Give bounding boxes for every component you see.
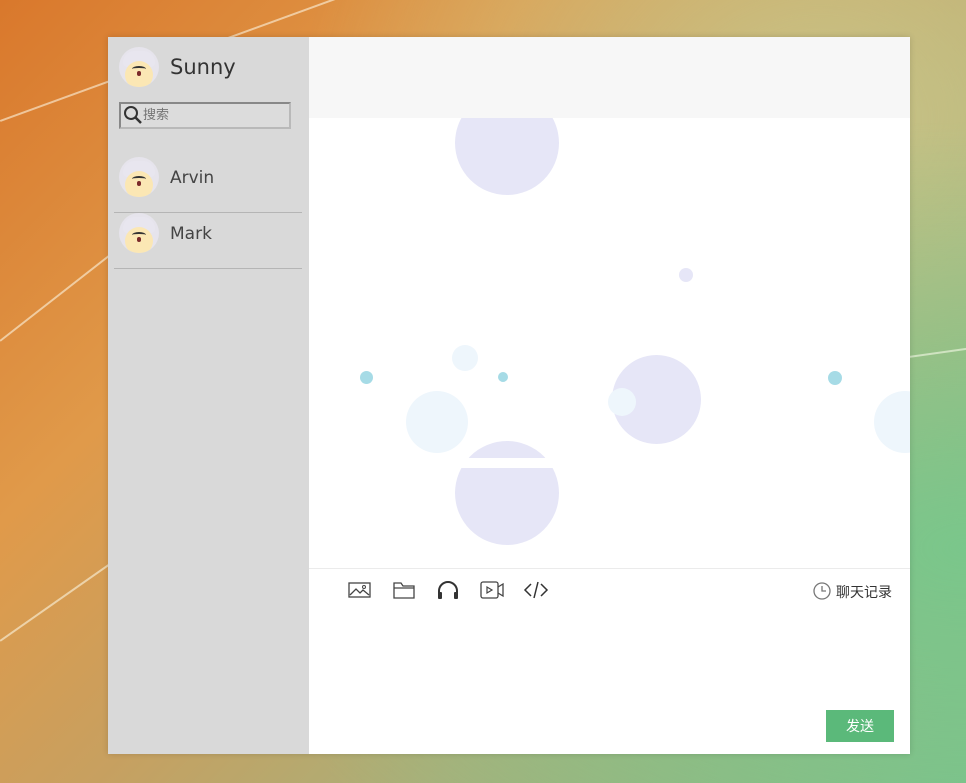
clock-icon	[813, 582, 831, 600]
cartoon-avatar-icon	[119, 213, 159, 253]
toolbar: 聊天记录	[309, 568, 910, 611]
chat-history-label: 聊天记录	[836, 585, 892, 601]
chat-history-button[interactable]: 聊天记录	[812, 581, 896, 601]
decorative-bubble	[455, 118, 559, 195]
contact-item-arvin[interactable]: Arvin	[114, 157, 302, 213]
decorative-bubble	[608, 388, 636, 416]
message-input[interactable]	[329, 617, 893, 711]
decorative-bubble	[874, 391, 910, 453]
video-icon[interactable]	[479, 579, 505, 601]
decorative-bubble	[360, 371, 373, 384]
decorative-bubble	[455, 441, 559, 545]
code-icon[interactable]	[523, 579, 549, 601]
message-area	[309, 118, 910, 568]
cartoon-avatar-icon	[119, 157, 159, 197]
chat-header	[309, 37, 910, 118]
folder-icon[interactable]	[391, 579, 417, 601]
search-input[interactable]	[143, 106, 288, 125]
sidebar: Sunny Arvin Mark	[108, 37, 309, 754]
search-box[interactable]	[119, 102, 291, 129]
decorative-bubble	[406, 391, 468, 453]
contact-name: Arvin	[170, 168, 215, 188]
chat-window: Sunny Arvin Mark	[108, 37, 910, 754]
compose-area: 发送	[309, 611, 910, 754]
user-avatar[interactable]	[119, 47, 159, 87]
search-icon	[124, 106, 142, 124]
contact-item-mark[interactable]: Mark	[114, 213, 302, 269]
decorative-bubble	[452, 345, 478, 371]
image-icon[interactable]	[347, 579, 373, 601]
decorative-bubble	[679, 268, 693, 282]
send-button[interactable]: 发送	[826, 710, 894, 742]
headphones-icon[interactable]	[435, 579, 461, 601]
decorative-bubble	[498, 372, 508, 382]
contact-name: Mark	[170, 224, 212, 244]
user-name: Sunny	[170, 55, 236, 79]
decorative-bubble	[828, 371, 842, 385]
